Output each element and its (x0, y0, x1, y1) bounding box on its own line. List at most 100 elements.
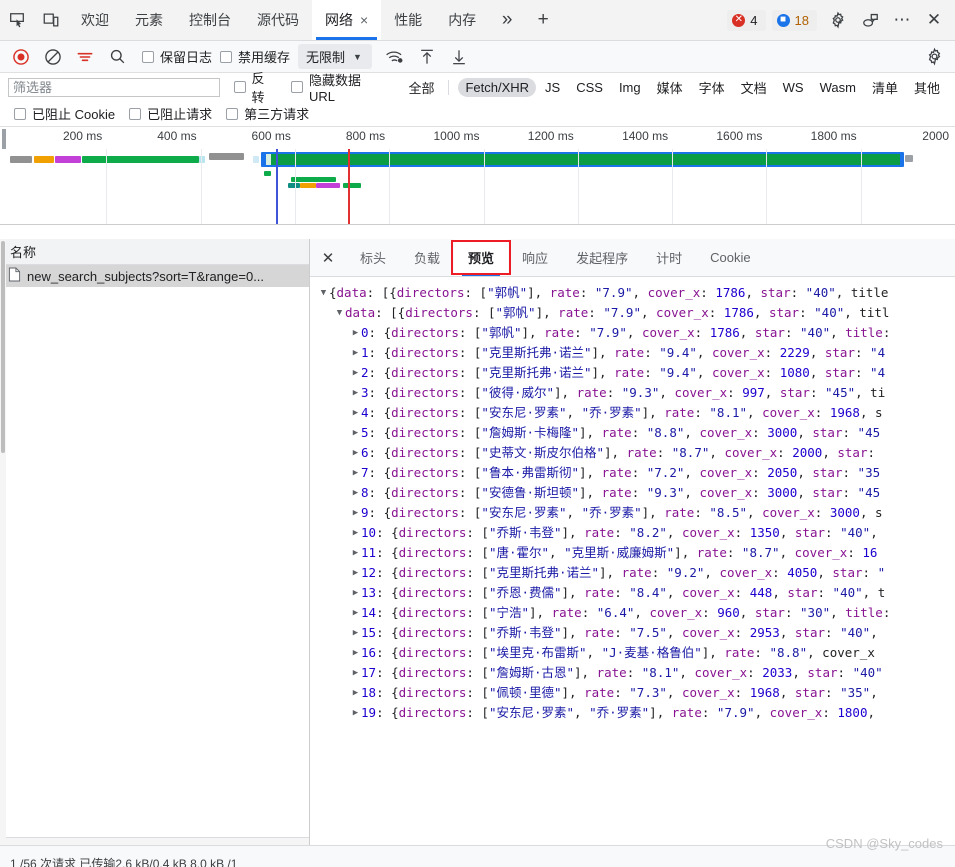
blocked-cookies-checkbox[interactable]: 已阻止 Cookie (14, 104, 115, 123)
json-line-text: {data: [{directors: ["郭帆"], rate: "7.9",… (329, 285, 889, 300)
close-icon[interactable]: ✕ (919, 5, 949, 35)
detail-tab-2[interactable]: 预览 (454, 239, 509, 276)
triangle-right-icon[interactable]: ▶ (350, 523, 361, 543)
message-count-badge[interactable]: ■ 18 (771, 9, 817, 31)
overview-tick-8: 1800 ms (810, 129, 857, 143)
triangle-right-icon[interactable]: ▶ (350, 583, 361, 603)
triangle-right-icon[interactable]: ▶ (350, 663, 361, 683)
overview-gridline-7 (766, 149, 768, 224)
triangle-right-icon[interactable]: ▶ (350, 423, 361, 443)
device-toolbar-icon[interactable] (34, 0, 68, 40)
triangle-right-icon[interactable]: ▶ (350, 503, 361, 523)
filter-type-2[interactable]: JS (538, 78, 567, 97)
error-count-badge[interactable]: ✕ 4 (727, 9, 766, 31)
triangle-right-icon[interactable]: ▶ (350, 483, 361, 503)
filter-type-6[interactable]: 字体 (692, 76, 732, 99)
json-line-text: 13: {directors: ["乔恩·费儒"], rate: "8.4", … (361, 585, 886, 600)
triangle-right-icon[interactable]: ▶ (350, 363, 361, 383)
requests-column-header[interactable]: 名称 (0, 239, 309, 265)
blocked-filters-row: 已阻止 Cookie 已阻止请求 第三方请求 (0, 101, 955, 127)
triangle-right-icon[interactable]: ▶ (350, 683, 361, 703)
json-line-text: 4: {directors: ["安东尼·罗素", "乔·罗素"], rate:… (361, 405, 883, 420)
network-settings-gear-icon[interactable] (919, 44, 949, 70)
triangle-right-icon[interactable]: ▶ (350, 643, 361, 663)
inspect-icon[interactable] (0, 0, 34, 40)
triangle-right-icon[interactable]: ▶ (350, 323, 361, 343)
panel-tab-0[interactable]: 欢迎 (68, 0, 122, 40)
detail-tab-6[interactable]: Cookie (696, 239, 764, 276)
panel-tab-1[interactable]: 元素 (122, 0, 176, 40)
blocked-requests-checkbox[interactable]: 已阻止请求 (129, 104, 212, 123)
filter-icon[interactable] (70, 44, 100, 70)
more-tabs-button[interactable]: » (489, 0, 525, 40)
filter-type-7[interactable]: 文档 (734, 76, 774, 99)
more-options-button[interactable]: ⋯ (887, 5, 917, 35)
filter-type-0[interactable]: 全部 (401, 76, 441, 99)
detail-tab-0[interactable]: 标头 (346, 239, 400, 276)
detail-tab-3[interactable]: 响应 (508, 239, 562, 276)
filter-type-8[interactable]: WS (776, 78, 811, 97)
overview-tick-9: 2000 (922, 129, 949, 143)
triangle-right-icon[interactable]: ▶ (350, 603, 361, 623)
wifi-settings-icon[interactable] (380, 44, 410, 70)
close-detail-icon[interactable]: ✕ (310, 239, 346, 276)
filter-type-4[interactable]: Img (612, 78, 648, 97)
triangle-right-icon[interactable]: ▶ (350, 443, 361, 463)
triangle-right-icon[interactable]: ▶ (350, 343, 361, 363)
throttling-dropdown[interactable]: 无限制 ▼ (298, 44, 372, 69)
request-detail-tab-bar: ✕ 标头 负载 预览 响应 发起程序 计时 Cookie (310, 239, 955, 277)
requests-list: new_search_subjects?sort=T&range=0... (0, 265, 309, 287)
filter-type-1[interactable]: Fetch/XHR (458, 77, 537, 97)
triangle-right-icon[interactable]: ▶ (350, 463, 361, 483)
triangle-right-icon[interactable]: ▶ (350, 543, 361, 563)
column-header-name: 名称 (10, 245, 37, 260)
triangle-right-icon[interactable]: ▶ (350, 403, 361, 423)
gear-icon[interactable] (823, 5, 853, 35)
feedback-icon[interactable] (855, 5, 885, 35)
filter-type-11[interactable]: 其他 (907, 76, 947, 99)
blocked-requests-box (129, 107, 142, 120)
add-tab-button[interactable]: + (525, 0, 561, 40)
scrollbar-thumb[interactable] (1, 241, 5, 453)
triangle-right-icon[interactable]: ▶ (350, 703, 361, 723)
filter-type-5[interactable]: 媒体 (650, 76, 690, 99)
preserve-log-label: 保留日志 (160, 50, 213, 65)
detail-tab-4[interactable]: 发起程序 (562, 239, 642, 276)
clear-icon[interactable] (38, 44, 68, 70)
panel-tab-3[interactable]: 源代码 (244, 0, 312, 40)
triangle-down-icon[interactable]: ▼ (334, 303, 345, 323)
panel-tab-6[interactable]: 内存 (435, 0, 489, 40)
triangle-right-icon[interactable]: ▶ (350, 623, 361, 643)
network-overview-timeline[interactable]: 200 ms 400 ms 600 ms 800 ms 1000 ms 1200 ms 14… (0, 127, 955, 225)
filter-type-9[interactable]: Wasm (813, 78, 863, 97)
preserve-log-checkbox[interactable]: 保留日志 (142, 47, 212, 66)
download-arrow-icon[interactable] (444, 44, 474, 70)
record-stop-icon[interactable] (6, 44, 36, 70)
panel-tab-2[interactable]: 控制台 (176, 0, 244, 40)
error-count: 4 (750, 12, 758, 28)
preview-json-viewer[interactable]: ▼ {data: [{directors: ["郭帆"], rate: "7.9"… (310, 277, 955, 845)
third-party-requests-checkbox[interactable]: 第三方请求 (226, 104, 309, 123)
search-icon[interactable] (102, 44, 132, 70)
detail-tab-1[interactable]: 负载 (400, 239, 454, 276)
panel-tab-5[interactable]: 性能 (381, 0, 435, 40)
json-line: ▶ 3: {directors: ["彼得·威尔"], rate: "9.3", … (310, 383, 955, 403)
invert-checkbox[interactable]: 反转 (233, 68, 277, 106)
triangle-right-icon[interactable]: ▶ (350, 563, 361, 583)
table-row[interactable]: new_search_subjects?sort=T&range=0... (0, 265, 309, 287)
detail-tab-5[interactable]: 计时 (642, 239, 696, 276)
filter-type-3[interactable]: CSS (569, 78, 610, 97)
requests-scrollbar[interactable] (0, 239, 6, 845)
triangle-right-icon[interactable]: ▶ (350, 383, 361, 403)
filter-input[interactable] (8, 77, 220, 97)
triangle-down-icon[interactable]: ▼ (318, 283, 329, 303)
overview-bar-queue (10, 156, 32, 163)
network-status-bar: 1 /56 次请求 已传输2.6 kB/0.4 kB 8.0 kB /1 (0, 845, 955, 867)
hide-data-urls-checkbox[interactable]: 隐藏数据 URL (291, 70, 389, 104)
disable-cache-checkbox[interactable]: 禁用缓存 (220, 47, 290, 66)
filter-type-10[interactable]: 清单 (865, 76, 905, 99)
close-tab-icon[interactable]: × (360, 13, 368, 27)
panel-tab-4[interactable]: 网络 × (312, 0, 382, 40)
overview-bar-right-tail (905, 155, 913, 162)
upload-arrow-icon[interactable] (412, 44, 442, 70)
